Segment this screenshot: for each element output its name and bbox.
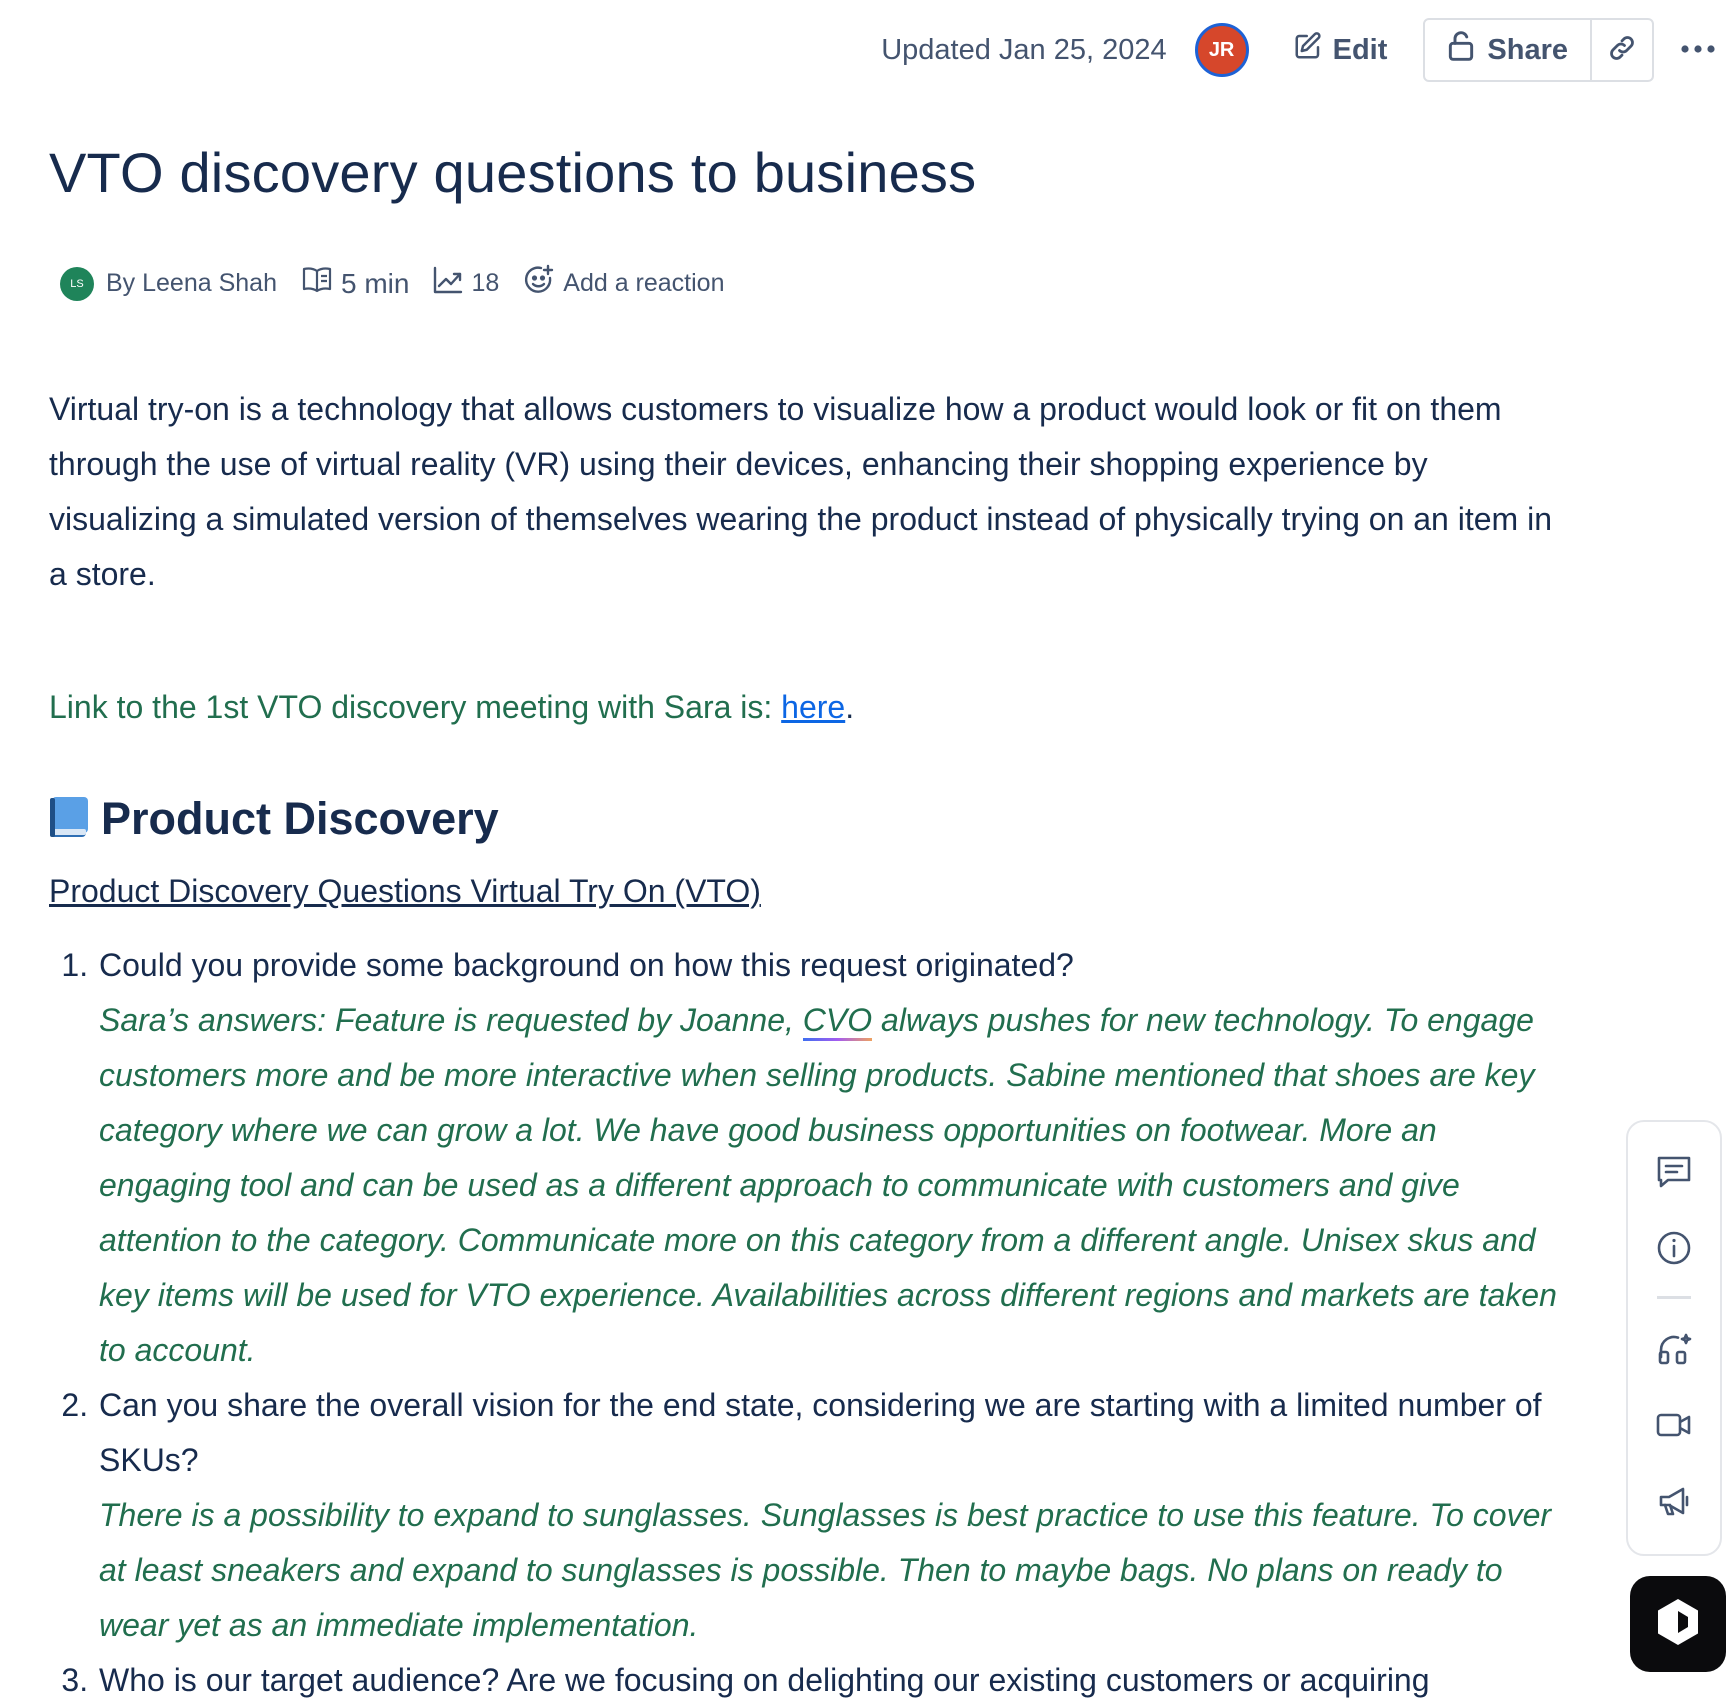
- page-header-bar: Updated Jan 25, 2024 JR Edit Share: [0, 18, 1734, 82]
- answer-text-start: Sara’s answers: Feature is requested by …: [99, 1002, 803, 1038]
- pencil-icon: [1293, 31, 1323, 69]
- link-icon: [1607, 33, 1637, 68]
- add-reaction-label: Add a reaction: [563, 269, 725, 297]
- answer-text-end: always pushes for new technology. To eng…: [99, 1002, 1557, 1368]
- video-camera-icon: [1656, 1411, 1692, 1444]
- meeting-link-suffix: .: [845, 689, 855, 725]
- add-reaction-button[interactable]: Add a reaction: [523, 264, 724, 303]
- intro-paragraph: Virtual try-on is a technology that allo…: [49, 391, 1552, 592]
- author-byline[interactable]: By Leena Shah: [106, 269, 277, 298]
- section-subheading[interactable]: Product Discovery Questions Virtual Try …: [49, 873, 761, 910]
- section-heading: Product Discovery: [49, 793, 1559, 845]
- meeting-link-prefix: Link to the 1st VTO discovery meeting wi…: [49, 689, 782, 725]
- share-group: Share: [1423, 18, 1654, 82]
- headphones-sparkle-icon: [1656, 1331, 1692, 1372]
- info-icon: [1656, 1230, 1692, 1271]
- meeting-link-paragraph: Link to the 1st VTO discovery meeting wi…: [49, 680, 1559, 735]
- right-toolbar: [1626, 1120, 1722, 1556]
- confluence-page: Updated Jan 25, 2024 JR Edit Share VTO d…: [0, 0, 1734, 1706]
- author-avatar[interactable]: LS: [60, 266, 94, 301]
- share-button[interactable]: Share: [1425, 20, 1592, 80]
- open-book-icon: [301, 266, 333, 301]
- questions-list: Could you provide some background on how…: [49, 938, 1559, 1706]
- add-emoji-icon: [523, 264, 555, 303]
- edit-button[interactable]: Edit: [1293, 31, 1388, 69]
- comments-button[interactable]: [1646, 1148, 1702, 1200]
- blue-book-icon: [49, 796, 89, 843]
- record-video-button[interactable]: [1646, 1402, 1702, 1454]
- megaphone-icon: [1657, 1485, 1691, 1522]
- share-label: Share: [1487, 33, 1568, 66]
- views-count: 18: [471, 269, 500, 297]
- question-text: Who is our target audience? Are we focus…: [99, 1662, 1430, 1698]
- page-byline: LS By Leena Shah 5 min 18 Add a reaction: [60, 264, 748, 303]
- announcement-button[interactable]: [1646, 1478, 1702, 1530]
- loom-logo-icon: [1655, 1597, 1701, 1652]
- comment-icon: [1656, 1155, 1692, 1194]
- more-actions-button[interactable]: [1676, 41, 1720, 59]
- edit-label: Edit: [1332, 33, 1388, 66]
- page-content: Virtual try-on is a technology that allo…: [49, 382, 1559, 1706]
- answer-text: Sara’s answers: Feature is requested by …: [99, 993, 1559, 1378]
- read-time: 5 min: [301, 266, 409, 301]
- question-text: Can you share the overall vision for the…: [99, 1387, 1542, 1478]
- section-heading-text: Product Discovery: [101, 793, 499, 844]
- list-item: Who is our target audience? Are we focus…: [97, 1653, 1559, 1706]
- answer-text: There is a possibility to expand to sung…: [99, 1497, 1552, 1643]
- list-item: Could you provide some background on how…: [97, 938, 1559, 1378]
- avatar-initials: JR: [1208, 38, 1235, 61]
- avatar[interactable]: JR: [1194, 23, 1249, 77]
- page-details-button[interactable]: [1646, 1224, 1702, 1276]
- question-text: Could you provide some background on how…: [99, 947, 1074, 983]
- page-title: VTO discovery questions to business: [49, 141, 977, 204]
- list-item: Can you share the overall vision for the…: [97, 1378, 1559, 1653]
- copy-link-button[interactable]: [1592, 20, 1652, 80]
- loom-button[interactable]: [1630, 1576, 1726, 1672]
- meeting-link[interactable]: here: [781, 689, 845, 725]
- read-time-label: 5 min: [340, 267, 410, 299]
- spellcheck-marked-word[interactable]: CVO: [802, 1002, 873, 1041]
- toolbar-divider: [1657, 1296, 1691, 1300]
- more-dots-icon: [1680, 41, 1716, 59]
- unlock-icon: [1447, 30, 1475, 70]
- author-name: By Leena Shah: [106, 269, 277, 297]
- page-views[interactable]: 18: [433, 266, 499, 301]
- updated-date: Updated Jan 25, 2024: [881, 33, 1167, 66]
- ai-audio-button[interactable]: [1646, 1325, 1702, 1377]
- author-initials: LS: [70, 277, 84, 290]
- trend-chart-icon: [433, 266, 463, 301]
